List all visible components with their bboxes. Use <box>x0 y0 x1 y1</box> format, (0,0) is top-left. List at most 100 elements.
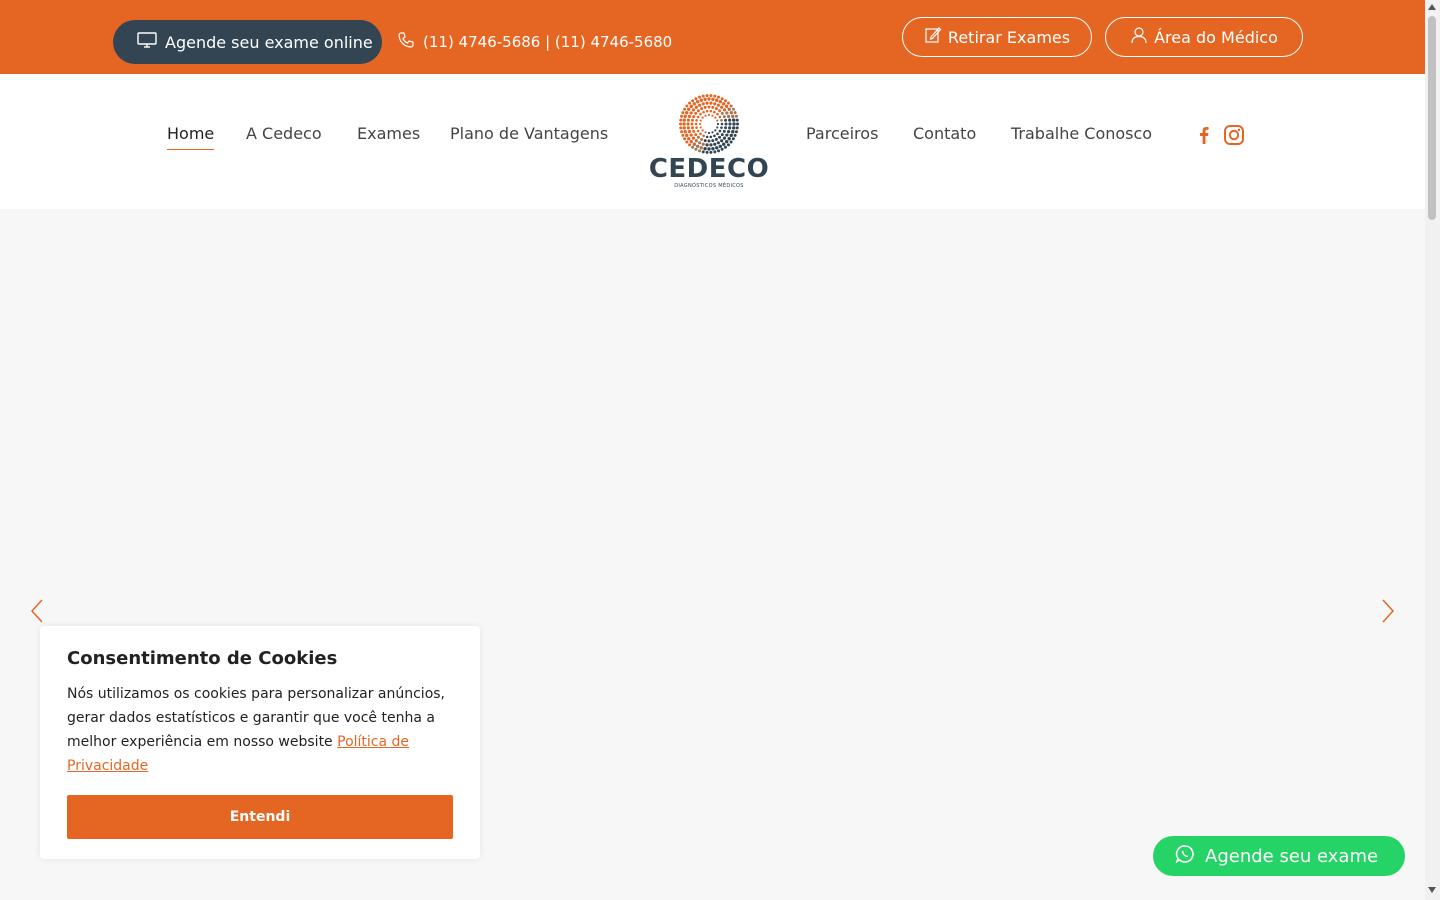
schedule-online-button[interactable]: Agende seu exame online <box>113 20 382 64</box>
logo-dot <box>680 130 684 134</box>
logo-dot <box>734 130 738 134</box>
logo-dot <box>713 110 716 114</box>
logo-dot <box>716 103 720 107</box>
logo-dot <box>692 129 696 133</box>
logo-dot <box>728 126 732 130</box>
logo-dot <box>689 104 694 109</box>
instagram-icon[interactable] <box>1223 124 1245 146</box>
logo-dot <box>686 126 690 130</box>
logo-subtitle: DIAGNÓSTICOS MÉDICOS <box>674 183 744 189</box>
logo-dot <box>722 129 726 133</box>
logo-dot <box>701 129 704 132</box>
cedeco-logo[interactable]: CEDECO DIAGNÓSTICOS MÉDICOS <box>648 94 770 194</box>
logo-dot <box>711 131 714 134</box>
logo-dot <box>699 119 702 122</box>
accept-cookies-button[interactable]: Entendi <box>67 795 453 839</box>
logo-dot <box>685 104 689 108</box>
page-scrollbar[interactable] <box>1425 0 1440 900</box>
logo-dot <box>686 118 690 122</box>
logo-dot <box>725 111 729 115</box>
logo-dot <box>702 134 705 138</box>
whatsapp-icon <box>1175 844 1195 869</box>
logo-dot <box>705 101 709 105</box>
logo-dot <box>714 116 717 119</box>
main-nav: Home A Cedeco Exames Plano de Vantagens … <box>0 74 1425 209</box>
logo-dot <box>717 95 721 99</box>
scroll-down-icon[interactable] <box>1428 887 1436 893</box>
logo-dot <box>714 137 718 141</box>
slider-prev-arrow-icon[interactable] <box>28 597 48 625</box>
logo-dot <box>703 97 707 102</box>
logo-dot <box>727 107 731 112</box>
logo-dot <box>699 132 702 136</box>
whatsapp-schedule-button[interactable]: Agende seu exame <box>1153 836 1405 876</box>
logo-dot <box>696 109 700 113</box>
logo-dot <box>707 105 711 109</box>
logo-dot <box>695 100 700 104</box>
logo-dot <box>723 145 727 149</box>
nav-exames[interactable]: Exames <box>357 124 420 143</box>
logo-dot <box>709 101 713 105</box>
nav-a-cedeco[interactable]: A Cedeco <box>246 124 322 143</box>
scroll-up-icon[interactable] <box>1428 4 1436 10</box>
logo-dot <box>713 142 717 146</box>
top-bar: Agende seu exame online (11) 4746-5686 |… <box>0 0 1425 74</box>
schedule-online-label: Agende seu exame online <box>165 32 373 52</box>
logo-dot <box>720 133 724 137</box>
logo-dot <box>696 135 700 139</box>
logo-dot <box>683 130 687 134</box>
logo-dot <box>682 118 687 122</box>
logo-dot <box>701 94 705 98</box>
logo-dot <box>726 129 731 134</box>
doctor-area-button[interactable]: Área do Médico <box>1105 17 1303 57</box>
logo-dot <box>731 126 736 130</box>
facebook-icon[interactable] <box>1193 124 1215 146</box>
logo-dot <box>701 116 704 119</box>
whatsapp-label: Agende seu exame <box>1205 845 1379 867</box>
logo-dot <box>707 147 711 151</box>
scrollbar-thumb[interactable] <box>1428 16 1436 220</box>
logo-dot <box>699 146 703 150</box>
logo-dot <box>679 126 683 130</box>
logo-dot <box>713 150 717 154</box>
logo-dot <box>679 118 683 122</box>
logo-dot <box>720 119 723 122</box>
logo-dot <box>697 95 701 99</box>
logo-dot <box>735 126 739 130</box>
retrieve-exams-button[interactable]: Retirar Exames <box>902 17 1092 57</box>
logo-dot <box>702 110 705 114</box>
logo-wordmark: CEDECO <box>648 154 770 184</box>
logo-dot <box>716 112 719 116</box>
nav-parceiros[interactable]: Parceiros <box>806 124 878 143</box>
logo-dot <box>699 126 702 129</box>
cookie-consent-panel: Consentimento de Cookies Nós utilizamos … <box>40 626 480 859</box>
logo-dot <box>728 122 732 126</box>
logo-dot <box>691 99 695 103</box>
logo-dot <box>720 126 723 129</box>
nav-home[interactable]: Home <box>167 124 215 150</box>
logo-dot <box>699 112 702 116</box>
logo-dot <box>716 119 719 122</box>
edit-icon <box>924 26 942 48</box>
logo-dot <box>736 122 739 126</box>
logo-dot <box>704 114 707 117</box>
logo-dot <box>709 94 713 98</box>
logo-dot <box>724 139 729 144</box>
logo-dot <box>699 98 703 102</box>
logo-dot <box>733 111 737 115</box>
logo-dot <box>681 111 685 115</box>
logo-dot <box>733 133 737 137</box>
nav-trabalhe-conosco[interactable]: Trabalhe Conosco <box>1011 124 1152 143</box>
slider-next-arrow-icon[interactable] <box>1378 597 1398 625</box>
logo-dot <box>711 114 714 117</box>
nav-contato[interactable]: Contato <box>913 124 976 143</box>
phone-icon <box>397 31 415 53</box>
logo-dot <box>694 139 698 143</box>
logo-dot <box>718 109 722 113</box>
nav-plano-de-vantagens[interactable]: Plano de Vantagens <box>450 124 608 143</box>
logo-dot <box>703 139 707 143</box>
logo-dot <box>705 109 709 113</box>
phone-numbers[interactable]: (11) 4746-5686 | (11) 4746-5680 <box>397 31 672 53</box>
logo-dot <box>701 102 705 106</box>
logo-dot <box>685 110 689 115</box>
